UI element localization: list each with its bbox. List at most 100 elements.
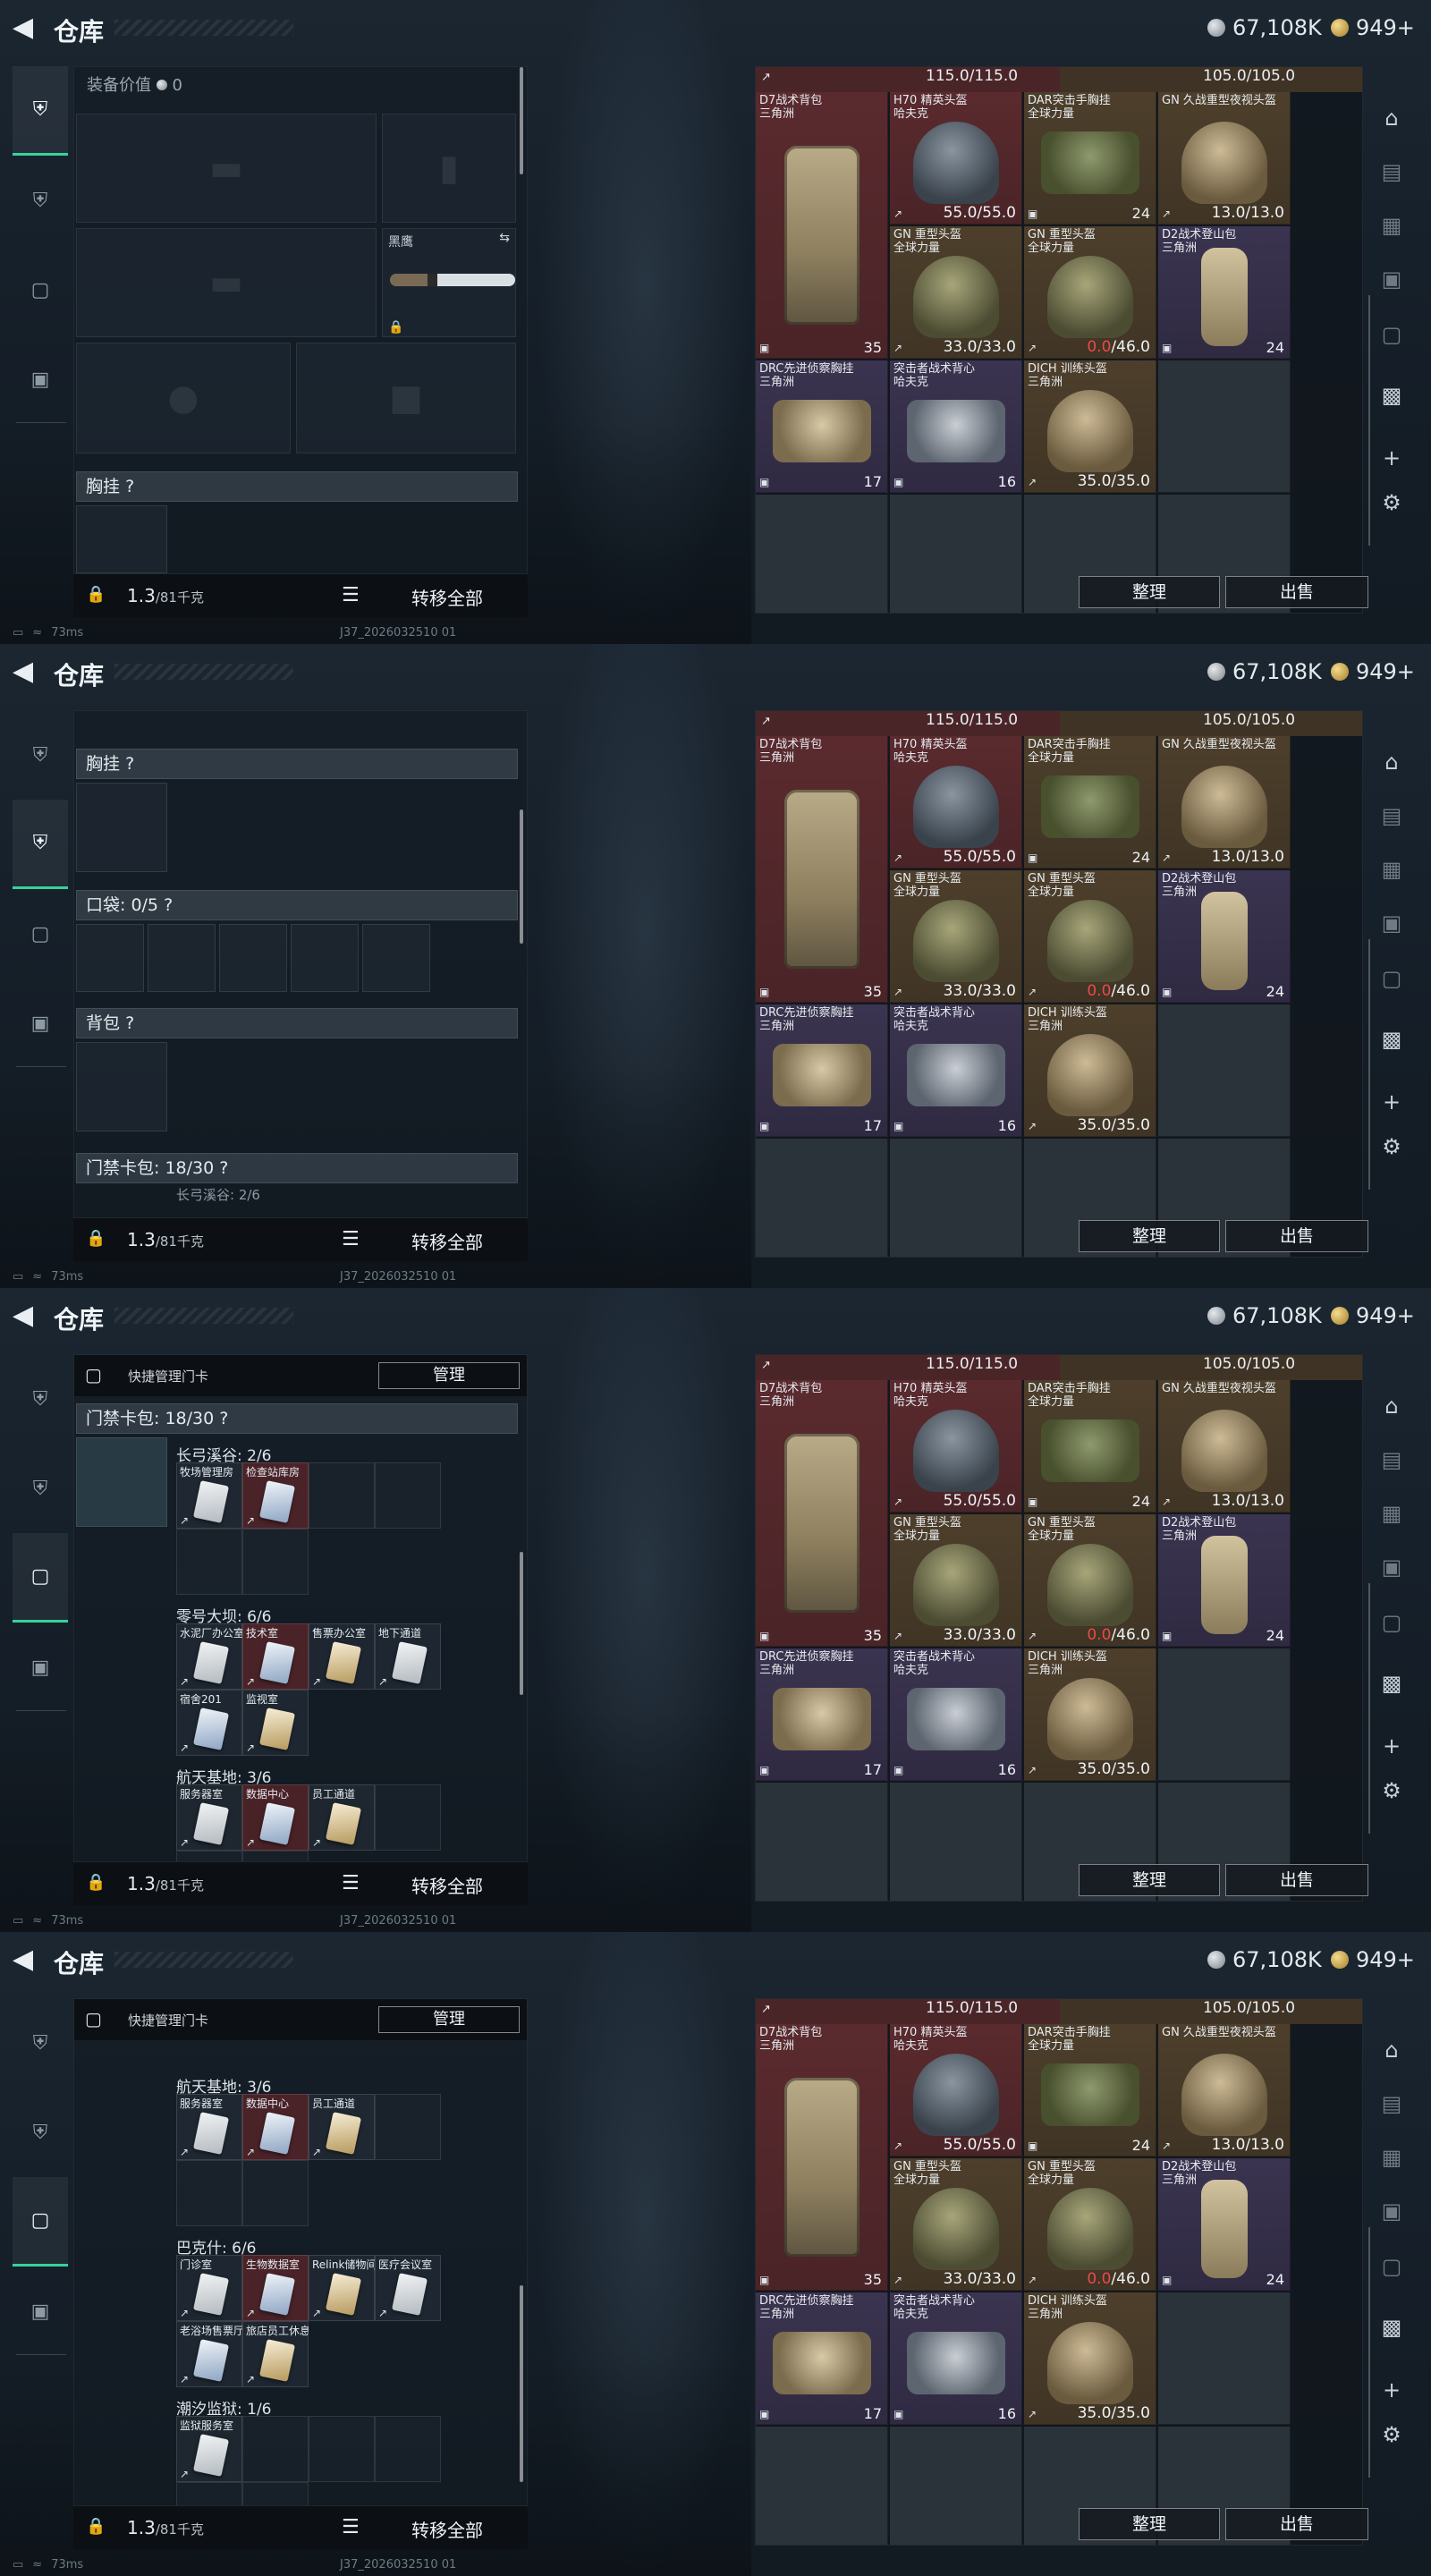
- empty-storage-cell[interactable]: [756, 1139, 888, 1257]
- empty-storage-cell[interactable]: [756, 495, 888, 613]
- camera-icon[interactable]: ▢: [1372, 2247, 1411, 2286]
- storage-item[interactable]: D2战术登山包 三角洲 24 ▣: [1158, 870, 1291, 1003]
- empty-storage-cell[interactable]: [890, 495, 1022, 613]
- empty-keycard-slot[interactable]: [375, 1462, 441, 1529]
- transfer-all-button[interactable]: 转移全部: [411, 1872, 483, 1898]
- storage-item[interactable]: DICH 训练头盔 三角洲 35.0/35.0 ↗: [1024, 2292, 1156, 2425]
- rail-armor-tab[interactable]: ⛨: [13, 2088, 68, 2177]
- transfer-all-button[interactable]: 转移全部: [411, 2516, 483, 2542]
- empty-storage-cell[interactable]: [756, 2427, 888, 2545]
- empty-keycard-slot[interactable]: [242, 1851, 309, 1861]
- storage-item[interactable]: GN 久战重型夜视头盔 13.0/13.0 ↗: [1158, 2024, 1291, 2157]
- rail-armor-tab[interactable]: ⛨: [13, 1444, 68, 1533]
- keycard-slot[interactable]: 售票办公室 ↗: [309, 1623, 375, 1690]
- pocket-slot[interactable]: [76, 924, 144, 992]
- plus-icon[interactable]: +: [1372, 2370, 1411, 2410]
- keycard-slot[interactable]: 数据中心 ↗: [242, 1784, 309, 1851]
- storage-item[interactable]: DAR突击手胸挂 全球力量 24 ▣: [1024, 92, 1156, 225]
- empty-keycard-slot[interactable]: [176, 1529, 242, 1595]
- rail-weapon-tab[interactable]: ⛨: [13, 1998, 68, 2088]
- storage-item[interactable]: GN 重型头盔 全球力量 33.0/33.0 ↗: [890, 1514, 1022, 1647]
- empty-storage-cell[interactable]: [890, 2427, 1022, 2545]
- storage-item[interactable]: 突击者战术背心 哈夫克 16 ▣: [890, 360, 1022, 493]
- melee-slot[interactable]: 黑鹰 ⇆ 🔒: [382, 228, 516, 337]
- briefcase-icon[interactable]: ▣: [1372, 259, 1411, 299]
- lock-icon[interactable]: 🔒: [86, 585, 106, 605]
- chest-rig-slot[interactable]: [76, 505, 167, 573]
- vault-icon[interactable]: ▦: [1372, 850, 1411, 889]
- keycard-case-header[interactable]: 门禁卡包: 18/30 ?: [76, 1403, 518, 1434]
- storage-item[interactable]: H70 精英头盔 哈夫克 55.0/55.0 ↗: [890, 92, 1022, 225]
- keycard-slot[interactable]: 服务器室 ↗: [176, 1784, 242, 1851]
- sell-button[interactable]: 出售: [1225, 2508, 1368, 2540]
- keycard-slot[interactable]: 员工通道 ↗: [309, 2094, 375, 2160]
- keycard-slot[interactable]: 生物数据室 ↗: [242, 2255, 309, 2321]
- storage-item[interactable]: DAR突击手胸挂 全球力量 24 ▣: [1024, 2024, 1156, 2157]
- gold-currency[interactable]: 949+: [1331, 1947, 1415, 1972]
- help-icon[interactable]: ?: [125, 754, 134, 774]
- storage-item[interactable]: DRC先进侦察胸挂 三角洲 17 ▣: [756, 360, 888, 493]
- storage-item[interactable]: DICH 训练头盔 三角洲 35.0/35.0 ↗: [1024, 1004, 1156, 1137]
- storage-item[interactable]: 突击者战术背心 哈夫克 16 ▣: [890, 1648, 1022, 1781]
- sell-button[interactable]: 出售: [1225, 1220, 1368, 1252]
- back-arrow-icon[interactable]: ◀: [13, 658, 39, 685]
- briefcase-icon[interactable]: ▣: [1372, 1547, 1411, 1587]
- keycard-slot[interactable]: 技术室 ↗: [242, 1623, 309, 1690]
- storage-item[interactable]: D7战术背包 三角洲 35 ▣: [756, 2024, 888, 2291]
- gear-icon[interactable]: ⚙: [1372, 1127, 1411, 1166]
- list-icon[interactable]: ☰: [342, 1228, 360, 1250]
- manage-button[interactable]: 管理: [378, 2006, 520, 2033]
- chest-rig-header[interactable]: 胸挂 ?: [76, 471, 518, 502]
- storage-item[interactable]: GN 重型头盔 全球力量 33.0/33.0 ↗: [890, 226, 1022, 359]
- manage-button[interactable]: 管理: [378, 1362, 520, 1389]
- gear-icon[interactable]: ⚙: [1372, 2415, 1411, 2454]
- silver-currency[interactable]: 67,108K: [1207, 1303, 1322, 1328]
- empty-storage-cell[interactable]: [1158, 1648, 1291, 1781]
- storage-item[interactable]: DICH 训练头盔 三角洲 35.0/35.0 ↗: [1024, 1648, 1156, 1781]
- keycard-slot[interactable]: 牧场管理房 ↗: [176, 1462, 242, 1529]
- storage-item[interactable]: GN 久战重型夜视头盔 13.0/13.0 ↗: [1158, 736, 1291, 869]
- vault-icon[interactable]: ▦: [1372, 206, 1411, 245]
- keycard-slot[interactable]: 服务器室 ↗: [176, 2094, 242, 2160]
- sort-button[interactable]: 整理: [1079, 576, 1220, 608]
- rail-keycard-tab[interactable]: ▢: [13, 2177, 68, 2267]
- pocket-slot[interactable]: [362, 924, 430, 992]
- storage-item[interactable]: GN 重型头盔 全球力量 0.0/46.0 ↗: [1024, 2158, 1156, 2291]
- empty-keycard-slot[interactable]: [309, 1462, 375, 1529]
- rail-weapon-tab[interactable]: ⛨: [13, 710, 68, 800]
- storage-item[interactable]: H70 精英头盔 哈夫克 55.0/55.0 ↗: [890, 736, 1022, 869]
- keycard-slot[interactable]: 医疗会议室 ↗: [375, 2255, 441, 2321]
- camera-icon[interactable]: ▢: [1372, 959, 1411, 998]
- storage-item[interactable]: D2战术登山包 三角洲 24 ▣: [1158, 1514, 1291, 1647]
- home-icon[interactable]: ⌂: [1372, 2030, 1411, 2070]
- locked-icon[interactable]: ▩: [1372, 1664, 1411, 1703]
- transfer-all-button[interactable]: 转移全部: [411, 584, 483, 610]
- empty-keycard-slot[interactable]: [309, 2416, 375, 2482]
- silver-currency[interactable]: 67,108K: [1207, 1947, 1322, 1972]
- briefcase-icon[interactable]: ▣: [1372, 2191, 1411, 2231]
- rail-weapon-tab[interactable]: ⛨: [13, 66, 68, 156]
- home-icon[interactable]: ⌂: [1372, 98, 1411, 138]
- back-arrow-icon[interactable]: ◀: [13, 14, 39, 41]
- empty-storage-cell[interactable]: [1158, 1004, 1291, 1137]
- keycard-slot[interactable]: 监视室 ↗: [242, 1690, 309, 1756]
- storage-item[interactable]: H70 精英头盔 哈夫克 55.0/55.0 ↗: [890, 1380, 1022, 1513]
- storage-item[interactable]: GN 重型头盔 全球力量 33.0/33.0 ↗: [890, 870, 1022, 1003]
- empty-storage-cell[interactable]: [890, 1139, 1022, 1257]
- list-icon[interactable]: ☰: [342, 2516, 360, 2538]
- storage-item[interactable]: DRC先进侦察胸挂 三角洲 17 ▣: [756, 1648, 888, 1781]
- camera-icon[interactable]: ▢: [1372, 315, 1411, 354]
- empty-storage-cell[interactable]: [1158, 360, 1291, 493]
- chest-rig-slot[interactable]: [76, 783, 167, 872]
- sort-button[interactable]: 整理: [1079, 1220, 1220, 1252]
- keycard-slot[interactable]: 检查站库房 ↗: [242, 1462, 309, 1529]
- keycard-slot[interactable]: 旅店员工休息室 ↗: [242, 2321, 309, 2387]
- empty-keycard-slot[interactable]: [375, 1784, 441, 1851]
- keycard-slot[interactable]: 地下通道 ↗: [375, 1623, 441, 1690]
- silver-currency[interactable]: 67,108K: [1207, 659, 1322, 684]
- storage-item[interactable]: GN 久战重型夜视头盔 13.0/13.0 ↗: [1158, 92, 1291, 225]
- rail-briefcase-tab[interactable]: ▣: [13, 2267, 68, 2356]
- storage-item[interactable]: D2战术登山包 三角洲 24 ▣: [1158, 226, 1291, 359]
- pocket-slot[interactable]: [148, 924, 216, 992]
- locked-icon[interactable]: ▩: [1372, 2308, 1411, 2347]
